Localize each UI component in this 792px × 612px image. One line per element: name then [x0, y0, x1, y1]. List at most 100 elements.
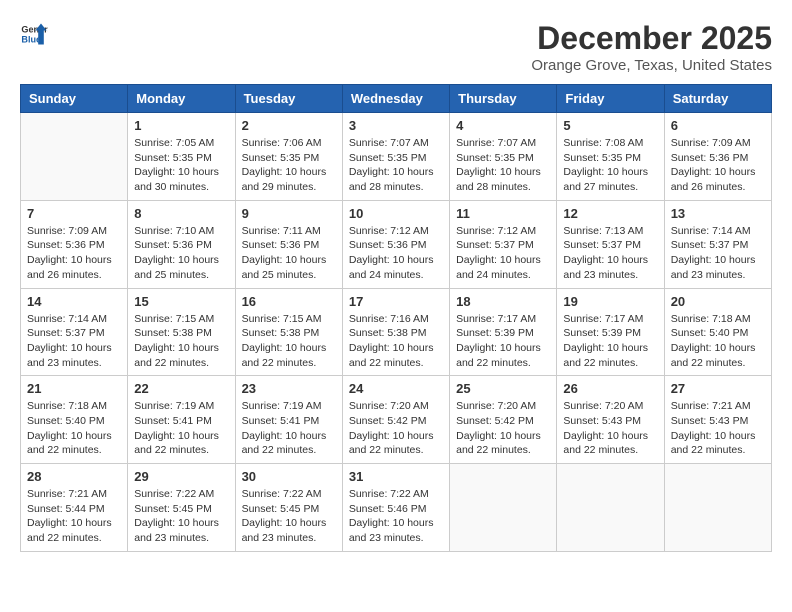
day-number: 29 [134, 469, 228, 484]
day-number: 24 [349, 381, 443, 396]
logo-icon: General Blue [20, 20, 48, 48]
page-title: December 2025 [531, 20, 772, 57]
day-number: 2 [242, 118, 336, 133]
day-details: Sunrise: 7:12 AM Sunset: 5:36 PM Dayligh… [349, 224, 443, 283]
day-number: 18 [456, 294, 550, 309]
day-number: 26 [563, 381, 657, 396]
day-number: 13 [671, 206, 765, 221]
page-subtitle: Orange Grove, Texas, United States [531, 57, 772, 74]
day-details: Sunrise: 7:19 AM Sunset: 5:41 PM Dayligh… [242, 399, 336, 458]
day-number: 3 [349, 118, 443, 133]
day-details: Sunrise: 7:07 AM Sunset: 5:35 PM Dayligh… [349, 136, 443, 195]
calendar-day-cell: 23Sunrise: 7:19 AM Sunset: 5:41 PM Dayli… [235, 376, 342, 464]
day-number: 10 [349, 206, 443, 221]
calendar-week-row: 21 Sunrise: 7:18 AM Sunset: 5:40 PM Dayli… [21, 376, 772, 464]
calendar-week-row: 7 Sunrise: 7:09 AM Sunset: 5:36 PM Daylig… [21, 200, 772, 288]
calendar-day-cell [450, 464, 557, 552]
day-details: Sunrise: 7:09 AM Sunset: 5:36 PM Dayligh… [27, 224, 121, 283]
calendar-day-cell [557, 464, 664, 552]
day-number: 25 [456, 381, 550, 396]
day-details: Sunrise: 7:22 AM Sunset: 5:45 PM Dayligh… [134, 487, 228, 546]
day-details: Sunrise: 7:17 AM Sunset: 5:39 PM Dayligh… [456, 312, 550, 371]
calendar-day-cell: 7 Sunrise: 7:09 AM Sunset: 5:36 PM Daylig… [21, 200, 128, 288]
day-number: 20 [671, 294, 765, 309]
calendar-day-cell [664, 464, 771, 552]
calendar-week-row: 28Sunrise: 7:21 AM Sunset: 5:44 PM Dayli… [21, 464, 772, 552]
day-details: Sunrise: 7:12 AM Sunset: 5:37 PM Dayligh… [456, 224, 550, 283]
calendar-day-cell: 31 Sunrise: 7:22 AM Sunset: 5:46 PM Dayli… [342, 464, 449, 552]
day-number: 28 [27, 469, 121, 484]
day-number: 11 [456, 206, 550, 221]
day-details: Sunrise: 7:20 AM Sunset: 5:42 PM Dayligh… [349, 399, 443, 458]
calendar-day-cell: 15 Sunrise: 7:15 AM Sunset: 5:38 PM Dayli… [128, 288, 235, 376]
day-details: Sunrise: 7:20 AM Sunset: 5:43 PM Dayligh… [563, 399, 657, 458]
day-number: 7 [27, 206, 121, 221]
calendar-day-cell: 9Sunrise: 7:11 AM Sunset: 5:36 PM Daylig… [235, 200, 342, 288]
day-details: Sunrise: 7:11 AM Sunset: 5:36 PM Dayligh… [242, 224, 336, 283]
day-number: 5 [563, 118, 657, 133]
day-number: 31 [349, 469, 443, 484]
day-number: 30 [242, 469, 336, 484]
calendar-day-cell: 21 Sunrise: 7:18 AM Sunset: 5:40 PM Dayli… [21, 376, 128, 464]
calendar-day-cell: 2 Sunrise: 7:06 AM Sunset: 5:35 PM Daylig… [235, 113, 342, 201]
calendar-day-cell: 17Sunrise: 7:16 AM Sunset: 5:38 PM Dayli… [342, 288, 449, 376]
calendar-day-cell: 30 Sunrise: 7:22 AM Sunset: 5:45 PM Dayli… [235, 464, 342, 552]
col-sunday: Sunday [21, 85, 128, 113]
day-details: Sunrise: 7:06 AM Sunset: 5:35 PM Dayligh… [242, 136, 336, 195]
col-tuesday: Tuesday [235, 85, 342, 113]
calendar-day-cell: 24 Sunrise: 7:20 AM Sunset: 5:42 PM Dayli… [342, 376, 449, 464]
day-number: 4 [456, 118, 550, 133]
day-details: Sunrise: 7:20 AM Sunset: 5:42 PM Dayligh… [456, 399, 550, 458]
col-wednesday: Wednesday [342, 85, 449, 113]
day-details: Sunrise: 7:14 AM Sunset: 5:37 PM Dayligh… [671, 224, 765, 283]
calendar-day-cell: 18 Sunrise: 7:17 AM Sunset: 5:39 PM Dayli… [450, 288, 557, 376]
calendar-day-cell: 1 Sunrise: 7:05 AM Sunset: 5:35 PM Daylig… [128, 113, 235, 201]
svg-text:Blue: Blue [21, 34, 41, 44]
calendar-day-cell: 25 Sunrise: 7:20 AM Sunset: 5:42 PM Dayli… [450, 376, 557, 464]
day-details: Sunrise: 7:14 AM Sunset: 5:37 PM Dayligh… [27, 312, 121, 371]
day-details: Sunrise: 7:15 AM Sunset: 5:38 PM Dayligh… [134, 312, 228, 371]
calendar-day-cell: 4 Sunrise: 7:07 AM Sunset: 5:35 PM Daylig… [450, 113, 557, 201]
day-details: Sunrise: 7:07 AM Sunset: 5:35 PM Dayligh… [456, 136, 550, 195]
calendar-day-cell: 8 Sunrise: 7:10 AM Sunset: 5:36 PM Daylig… [128, 200, 235, 288]
day-details: Sunrise: 7:18 AM Sunset: 5:40 PM Dayligh… [27, 399, 121, 458]
day-number: 22 [134, 381, 228, 396]
day-number: 1 [134, 118, 228, 133]
day-details: Sunrise: 7:18 AM Sunset: 5:40 PM Dayligh… [671, 312, 765, 371]
day-details: Sunrise: 7:10 AM Sunset: 5:36 PM Dayligh… [134, 224, 228, 283]
day-details: Sunrise: 7:05 AM Sunset: 5:35 PM Dayligh… [134, 136, 228, 195]
calendar-day-cell: 26 Sunrise: 7:20 AM Sunset: 5:43 PM Dayli… [557, 376, 664, 464]
title-area: December 2025 Orange Grove, Texas, Unite… [531, 20, 772, 74]
calendar-day-cell: 13 Sunrise: 7:14 AM Sunset: 5:37 PM Dayli… [664, 200, 771, 288]
day-number: 27 [671, 381, 765, 396]
day-number: 6 [671, 118, 765, 133]
calendar-day-cell: 29 Sunrise: 7:22 AM Sunset: 5:45 PM Dayli… [128, 464, 235, 552]
col-friday: Friday [557, 85, 664, 113]
day-number: 15 [134, 294, 228, 309]
calendar-table: Sunday Monday Tuesday Wednesday Thursday… [20, 84, 772, 552]
calendar-day-cell: 11 Sunrise: 7:12 AM Sunset: 5:37 PM Dayli… [450, 200, 557, 288]
calendar-day-cell: 22 Sunrise: 7:19 AM Sunset: 5:41 PM Dayli… [128, 376, 235, 464]
day-details: Sunrise: 7:15 AM Sunset: 5:38 PM Dayligh… [242, 312, 336, 371]
calendar-week-row: 1 Sunrise: 7:05 AM Sunset: 5:35 PM Daylig… [21, 113, 772, 201]
day-details: Sunrise: 7:13 AM Sunset: 5:37 PM Dayligh… [563, 224, 657, 283]
day-details: Sunrise: 7:21 AM Sunset: 5:43 PM Dayligh… [671, 399, 765, 458]
calendar-day-cell: 6 Sunrise: 7:09 AM Sunset: 5:36 PM Daylig… [664, 113, 771, 201]
day-number: 8 [134, 206, 228, 221]
day-details: Sunrise: 7:19 AM Sunset: 5:41 PM Dayligh… [134, 399, 228, 458]
day-number: 12 [563, 206, 657, 221]
day-number: 17 [349, 294, 443, 309]
col-saturday: Saturday [664, 85, 771, 113]
page-header: General Blue December 2025 Orange Grove,… [20, 20, 772, 74]
day-details: Sunrise: 7:22 AM Sunset: 5:45 PM Dayligh… [242, 487, 336, 546]
day-number: 16 [242, 294, 336, 309]
day-details: Sunrise: 7:22 AM Sunset: 5:46 PM Dayligh… [349, 487, 443, 546]
calendar-day-cell: 5 Sunrise: 7:08 AM Sunset: 5:35 PM Daylig… [557, 113, 664, 201]
day-details: Sunrise: 7:09 AM Sunset: 5:36 PM Dayligh… [671, 136, 765, 195]
calendar-day-cell: 28Sunrise: 7:21 AM Sunset: 5:44 PM Dayli… [21, 464, 128, 552]
day-details: Sunrise: 7:08 AM Sunset: 5:35 PM Dayligh… [563, 136, 657, 195]
calendar-header-row: Sunday Monday Tuesday Wednesday Thursday… [21, 85, 772, 113]
calendar-day-cell: 27 Sunrise: 7:21 AM Sunset: 5:43 PM Dayli… [664, 376, 771, 464]
day-number: 14 [27, 294, 121, 309]
day-number: 21 [27, 381, 121, 396]
